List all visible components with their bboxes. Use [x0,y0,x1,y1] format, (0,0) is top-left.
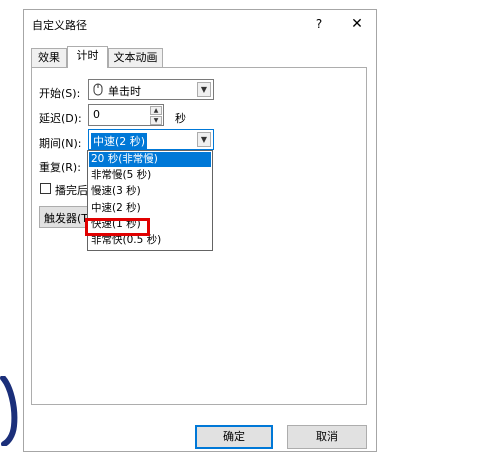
custom-path-dialog: 自定义路径 ? ✕ 效果 计时 文本动画 开始(S): 单击时 ▼ 延迟(D):… [23,9,377,452]
spin-up-icon[interactable]: ▲ [150,106,162,115]
start-value: 单击时 [108,85,141,98]
duration-option[interactable]: 20 秒(非常慢) [89,152,211,167]
highlight-box [85,218,150,236]
tab-timing[interactable]: 计时 [67,46,108,68]
duration-option[interactable]: 慢速(3 秒) [89,184,211,199]
delay-value: 0 [93,108,100,121]
ok-button[interactable]: 确定 [195,425,273,449]
chevron-down-icon[interactable]: ▼ [197,132,211,147]
cancel-button[interactable]: 取消 [287,425,367,449]
decorative-brush-shape [0,376,18,446]
tab-text-animation[interactable]: 文本动画 [108,48,163,67]
start-select[interactable]: 单击时 ▼ [88,79,214,100]
duration-value: 中速(2 秒) [91,133,148,149]
dialog-title: 自定义路径 [32,19,87,32]
rewind-checkbox[interactable] [40,183,51,194]
delay-unit: 秒 [175,112,186,125]
title-bar[interactable]: 自定义路径 ? ✕ [24,10,376,38]
spin-down-icon[interactable]: ▼ [150,116,162,125]
duration-label: 期间(N): [39,137,82,150]
tab-effect[interactable]: 效果 [31,48,67,67]
help-button[interactable]: ? [296,10,342,38]
delay-label: 延迟(D): [39,112,82,125]
duration-option[interactable]: 中速(2 秒) [89,201,211,216]
start-label: 开始(S): [39,87,81,100]
trigger-label: 触发器(T) [44,212,89,225]
mouse-icon [93,83,103,99]
trigger-button[interactable]: 触发器(T) [39,206,89,228]
repeat-label: 重复(R): [39,161,81,174]
delay-stepper[interactable]: 0 ▲ ▼ [88,104,164,126]
close-button[interactable]: ✕ [338,10,376,38]
duration-select[interactable]: 中速(2 秒) ▼ [88,129,214,150]
duration-option[interactable]: 非常慢(5 秒) [89,168,211,183]
chevron-down-icon[interactable]: ▼ [197,82,211,97]
